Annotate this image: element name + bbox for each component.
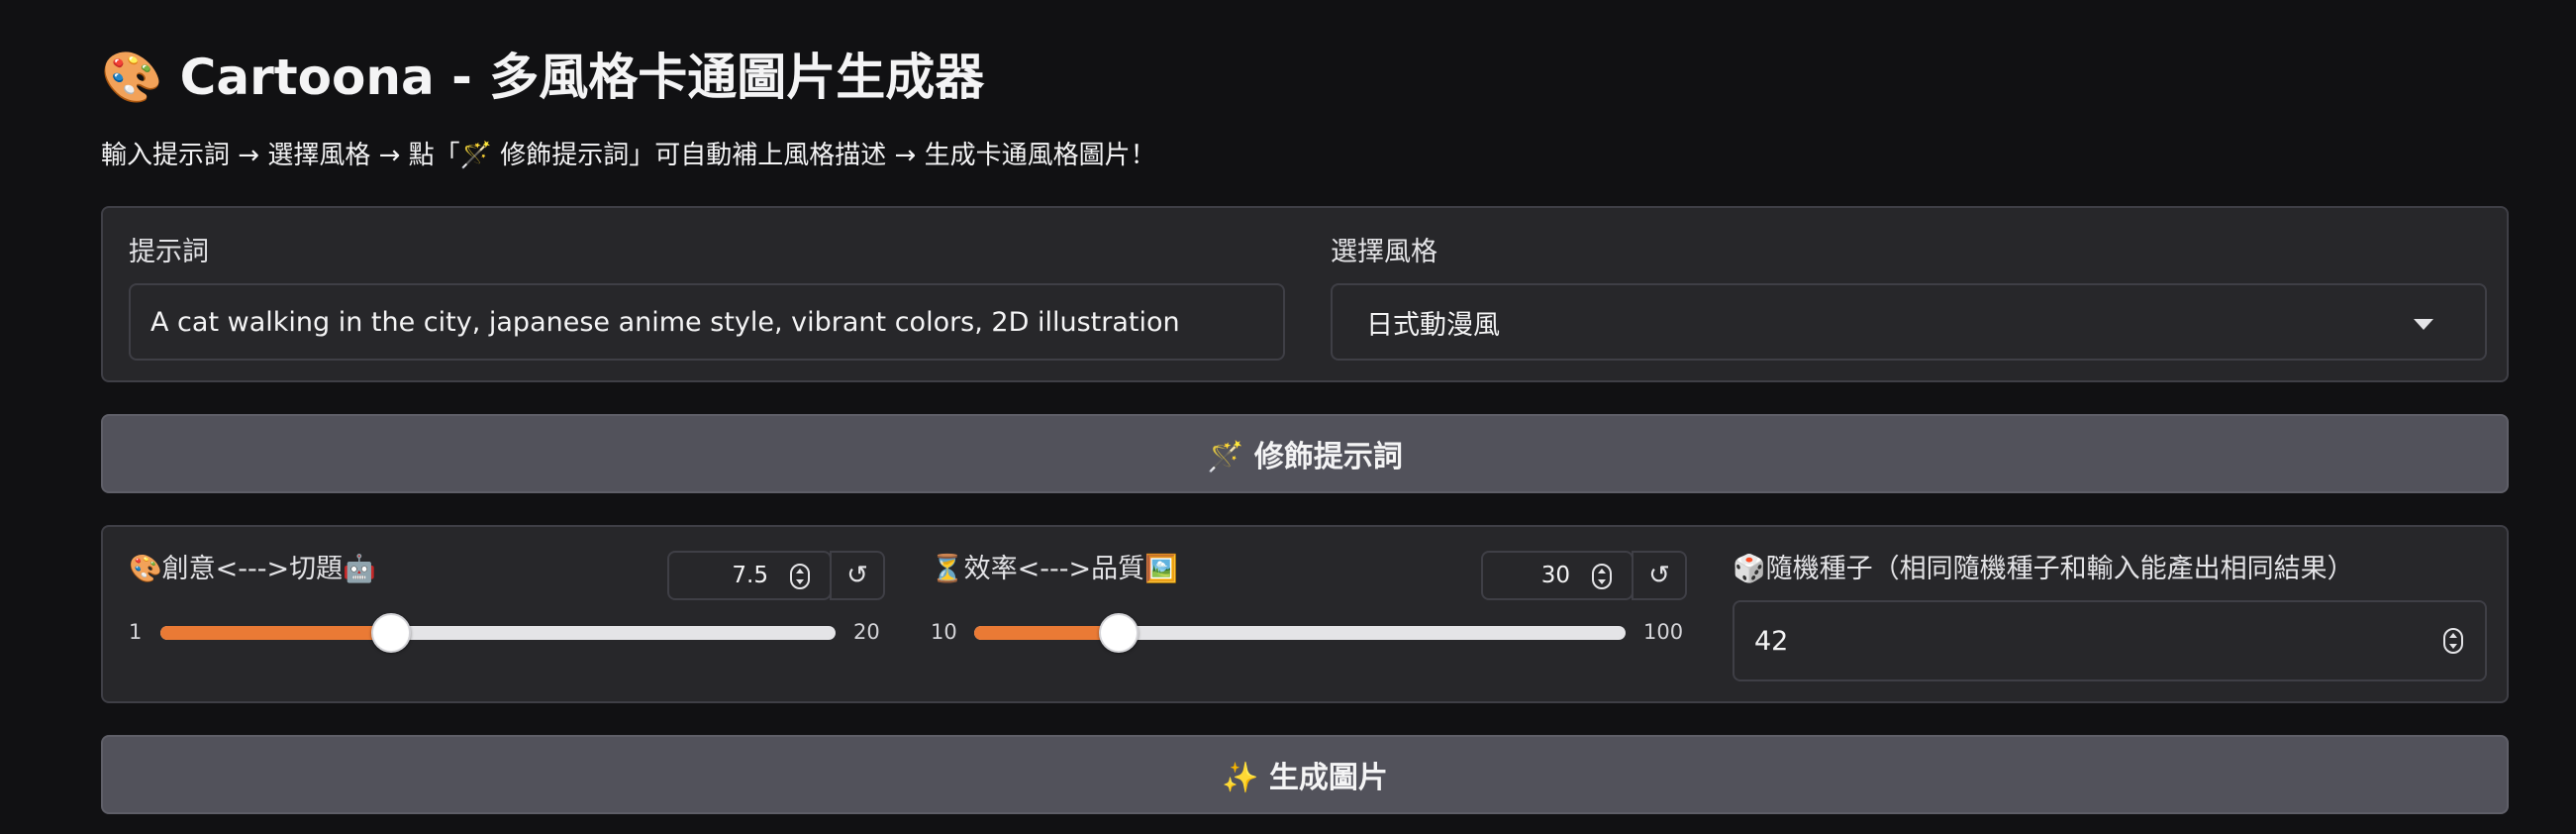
creativity-value: 7.5 (732, 563, 768, 588)
style-selected-value: 日式動漫風 (1366, 309, 1500, 341)
seed-value: 42 (1754, 625, 1789, 657)
steps-label: ⏳效率<--->品質🖼️ (931, 554, 1178, 584)
page-title: 🎨 Cartoona - 多風格卡通圖片生成器 (101, 49, 985, 106)
steps-number-input[interactable]: 30 (1481, 551, 1634, 600)
stepper-icon[interactable] (790, 564, 810, 589)
creativity-slider-fill (160, 626, 392, 640)
steps-slider-fill (974, 626, 1120, 640)
creativity-slider[interactable] (160, 613, 836, 653)
prompt-input[interactable]: A cat walking in the city, japanese anim… (129, 283, 1285, 361)
style-dropdown[interactable]: 日式動漫風 (1331, 283, 2487, 361)
creativity-reset-button[interactable]: ↺ (830, 551, 885, 600)
stepper-icon[interactable] (1592, 564, 1612, 589)
app-page: 🎨 Cartoona - 多風格卡通圖片生成器 輸入提示詞 → 選擇風格 → 點… (0, 0, 2576, 834)
prompt-label: 提示詞 (129, 237, 209, 267)
steps-slider-thumb[interactable] (1099, 613, 1139, 653)
prompt-style-panel: 提示詞 A cat walking in the city, japanese … (101, 206, 2509, 382)
steps-max-label: 100 (1643, 620, 1684, 644)
reset-icon: ↺ (1648, 561, 1670, 590)
creativity-label: 🎨創意<--->切題🤖 (129, 554, 376, 584)
reset-icon: ↺ (846, 561, 868, 590)
parameters-panel: 🎨創意<--->切題🤖 7.5 ↺ 1 20 ⏳效率<--->品質🖼️ 30 ↺… (101, 525, 2509, 703)
chevron-down-icon (2414, 319, 2433, 330)
steps-value: 30 (1540, 563, 1570, 588)
seed-input[interactable]: 42 (1733, 600, 2487, 681)
steps-min-label: 10 (931, 620, 957, 644)
style-label: 選擇風格 (1331, 237, 1437, 267)
generate-image-button[interactable]: ✨ 生成圖片 (101, 735, 2509, 814)
page-subtitle: 輸入提示詞 → 選擇風格 → 點「🪄 修飾提示詞」可自動補上風格描述 → 生成卡… (101, 141, 1156, 170)
creativity-number-input[interactable]: 7.5 (667, 551, 832, 600)
seed-label: 🎲隨機種子（相同隨機種子和輸入能產出相同結果） (1733, 554, 2354, 584)
creativity-min-label: 1 (129, 620, 143, 644)
stepper-icon[interactable] (2443, 628, 2463, 654)
creativity-slider-thumb[interactable] (371, 613, 412, 653)
creativity-max-label: 20 (853, 620, 880, 644)
refine-prompt-button[interactable]: 🪄 修飾提示詞 (101, 414, 2509, 493)
steps-slider[interactable] (974, 613, 1626, 653)
steps-reset-button[interactable]: ↺ (1632, 551, 1687, 600)
